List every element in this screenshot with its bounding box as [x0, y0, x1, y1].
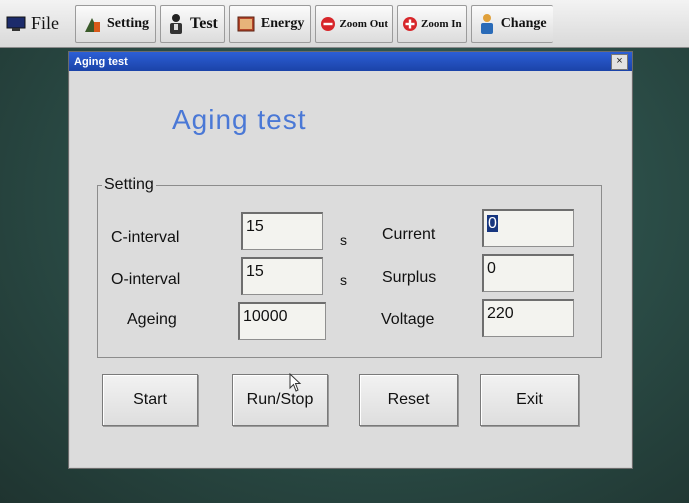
menu-setting[interactable]: Setting [75, 4, 157, 43]
c-interval-input[interactable]: 15 [241, 212, 323, 250]
surplus-input[interactable]: 0 [482, 254, 574, 292]
menu-energy[interactable]: Energy [228, 4, 312, 43]
mouse-cursor-icon [289, 373, 302, 392]
ageing-input[interactable]: 10000 [238, 302, 326, 340]
book-icon [237, 16, 255, 31]
exit-button[interactable]: Exit [480, 374, 579, 426]
menu-zoom-out-label: Zoom Out [339, 17, 389, 30]
zoom-out-icon [321, 16, 336, 31]
menu-energy-label: Energy [260, 15, 305, 31]
menu-test[interactable]: Test [160, 4, 225, 43]
menu-zoom-out[interactable]: Zoom Out [315, 4, 394, 43]
voltage-label: Voltage [381, 311, 435, 328]
change-icon [480, 13, 493, 34]
voltage-input[interactable]: 220 [482, 299, 574, 337]
close-button[interactable]: × [611, 53, 628, 70]
menu-file[interactable]: File [4, 6, 65, 42]
current-label: Current [382, 226, 436, 243]
start-button[interactable]: Start [102, 374, 198, 426]
menu-setting-label: Setting [107, 15, 150, 31]
c-interval-unit: s [340, 232, 347, 248]
menu-change-label: Change [500, 15, 547, 31]
menu-bar: File Setting Test Energy Zoom Out Zoom I… [0, 0, 689, 48]
current-value: 0 [487, 215, 498, 232]
reset-button[interactable]: Reset [359, 374, 458, 426]
current-input[interactable]: 0 [482, 209, 574, 247]
setting-group-label: Setting [104, 176, 154, 193]
menu-file-label: File [31, 13, 60, 33]
menu-test-label: Test [190, 14, 218, 32]
dialog-title: Aging test [74, 55, 128, 68]
page-title: Aging test [172, 104, 307, 135]
monitor-icon [6, 16, 26, 31]
run-stop-button[interactable]: Run/Stop [232, 374, 328, 426]
test-icon [170, 13, 183, 34]
surplus-label: Surplus [382, 269, 437, 286]
o-interval-input[interactable]: 15 [241, 257, 323, 295]
dialog-titlebar[interactable]: Aging test × [69, 52, 632, 71]
menu-change[interactable]: Change [470, 4, 553, 43]
menu-zoom-in-label: Zoom In [421, 17, 462, 30]
c-interval-label: C-interval [111, 229, 180, 246]
menu-zoom-in[interactable]: Zoom In [397, 4, 467, 43]
setting-icon [85, 17, 101, 32]
zoom-in-icon [403, 16, 418, 31]
o-interval-unit: s [340, 272, 347, 288]
ageing-label: Ageing [127, 311, 177, 328]
aging-test-dialog: Aging test × Aging test Setting C-interv… [68, 51, 633, 469]
o-interval-label: O-interval [111, 271, 181, 288]
